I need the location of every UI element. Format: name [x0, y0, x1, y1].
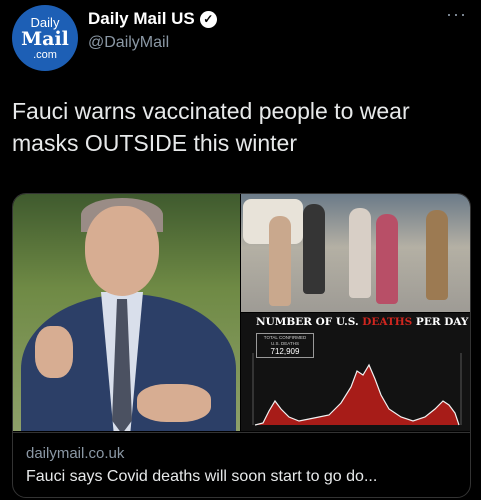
traveler-2	[303, 204, 325, 294]
tweet-text: Fauci warns vaccinated people to wear ma…	[12, 98, 410, 156]
head-shape	[85, 206, 159, 296]
traveler-5	[426, 210, 448, 300]
link-card[interactable]: NUMBER OF U.S. DEATHS PER DAY TOTAL CONF…	[12, 193, 471, 498]
right-hand-shape	[137, 384, 211, 422]
handle[interactable]: @DailyMail	[88, 34, 169, 52]
more-options-icon[interactable]: ···	[446, 4, 467, 25]
deaths-chart: NUMBER OF U.S. DEATHS PER DAY TOTAL CONF…	[241, 313, 470, 431]
traveler-3	[349, 208, 371, 298]
travelers-photo	[241, 194, 470, 312]
verified-icon: ✓	[199, 10, 217, 28]
chart-graphic	[252, 353, 462, 426]
link-title[interactable]: Fauci says Covid deaths will soon start …	[26, 468, 377, 486]
deaths-area	[255, 365, 459, 425]
fauci-photo	[13, 194, 240, 431]
avatar-text-mail: Mail	[21, 27, 69, 50]
avatar[interactable]: Daily Mail .com	[12, 5, 78, 71]
traveler-1	[269, 216, 291, 306]
left-hand-shape	[35, 326, 73, 378]
link-preview[interactable]: dailymail.co.uk Fauci says Covid deaths …	[13, 432, 470, 497]
avatar-text-com: .com	[33, 48, 57, 61]
display-name[interactable]: Daily Mail US ✓	[88, 9, 217, 29]
traveler-4	[376, 214, 398, 304]
display-name-text[interactable]: Daily Mail US	[88, 9, 195, 29]
link-domain[interactable]: dailymail.co.uk	[26, 445, 124, 462]
